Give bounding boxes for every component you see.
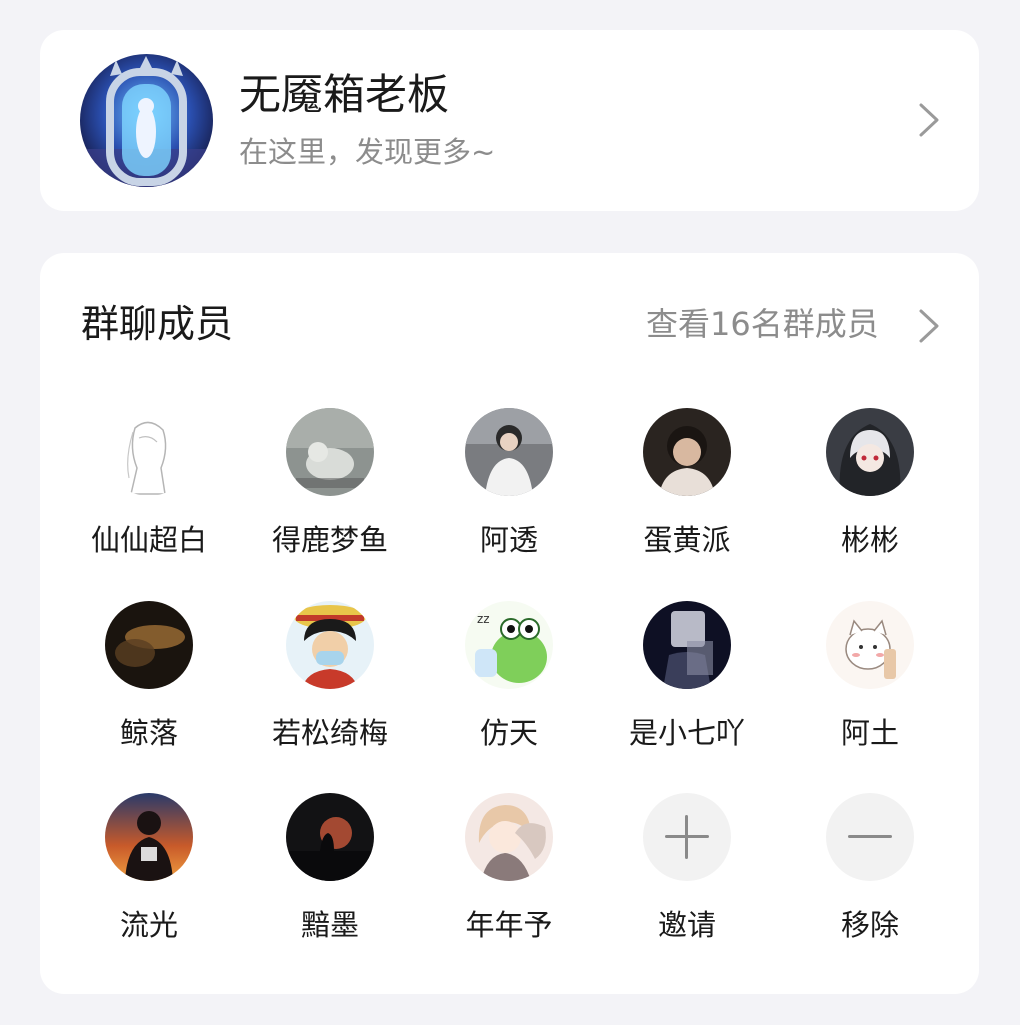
member-name: 年年予 [465, 908, 553, 942]
member-item[interactable]: 流光 [59, 793, 239, 953]
remove-label: 移除 [840, 908, 899, 942]
member-item[interactable]: 仙仙超白 [59, 408, 239, 568]
member-name: 蛋黄派 [643, 523, 731, 557]
member-name: 仙仙超白 [90, 523, 207, 557]
member-item[interactable]: 若松绮梅 [240, 601, 420, 761]
invite-button[interactable]: 邀请 [597, 793, 777, 953]
member-name: 若松绮梅 [271, 716, 388, 750]
member-name: 鲸落 [119, 716, 178, 750]
profile-card[interactable]: 无魇箱老板 在这里，发现更多~ [40, 30, 979, 211]
remove-button[interactable]: 移除 [780, 793, 960, 953]
member-avatar[interactable] [286, 601, 374, 689]
member-name: 阿透 [479, 523, 538, 557]
profile-subtitle: 在这里，发现更多~ [239, 135, 496, 169]
member-item[interactable]: 彬彬 [780, 408, 960, 568]
member-name: 阿土 [840, 716, 899, 750]
chevron-right-icon[interactable] [918, 102, 940, 138]
member-item[interactable]: 蛋黄派 [597, 408, 777, 568]
member-item[interactable]: zz 仿天 [419, 601, 599, 761]
member-name: 彬彬 [840, 523, 899, 557]
member-item[interactable]: 得鹿梦鱼 [240, 408, 420, 568]
svg-text:zz: zz [477, 612, 490, 626]
group-members-card: 群聊成员 查看16名群成员 仙仙超白 得鹿梦鱼 阿透 蛋黄派 彬彬 鲸落 若松绮… [40, 253, 979, 994]
member-avatar[interactable] [286, 793, 374, 881]
member-item[interactable]: 阿透 [419, 408, 599, 568]
member-name: 流光 [119, 908, 178, 942]
plus-icon[interactable] [643, 793, 731, 881]
member-name: 仿天 [479, 716, 538, 750]
section-title: 群聊成员 [81, 302, 234, 346]
member-item[interactable]: 阿土 [780, 601, 960, 761]
member-name: 是小七吖 [628, 716, 745, 750]
member-avatar[interactable] [826, 408, 914, 496]
view-all-members-link[interactable]: 查看16名群成员 [646, 303, 879, 345]
member-avatar[interactable]: zz [465, 601, 553, 689]
profile-name: 无魇箱老板 [239, 70, 450, 119]
member-avatar[interactable] [105, 408, 193, 496]
member-avatar[interactable] [643, 408, 731, 496]
member-item[interactable]: 年年予 [419, 793, 599, 953]
minus-icon[interactable] [826, 793, 914, 881]
member-item[interactable]: 黯墨 [240, 793, 420, 953]
member-avatar[interactable] [105, 601, 193, 689]
member-avatar[interactable] [286, 408, 374, 496]
avatar[interactable] [80, 54, 213, 187]
member-avatar[interactable] [643, 601, 731, 689]
member-avatar[interactable] [826, 601, 914, 689]
invite-label: 邀请 [657, 908, 716, 942]
member-avatar[interactable] [465, 793, 553, 881]
chevron-right-icon[interactable] [918, 308, 940, 344]
member-avatar[interactable] [465, 408, 553, 496]
member-item[interactable]: 是小七吖 [597, 601, 777, 761]
member-name: 黯墨 [300, 908, 359, 942]
member-avatar[interactable] [105, 793, 193, 881]
member-name: 得鹿梦鱼 [271, 523, 388, 557]
member-item[interactable]: 鲸落 [59, 601, 239, 761]
